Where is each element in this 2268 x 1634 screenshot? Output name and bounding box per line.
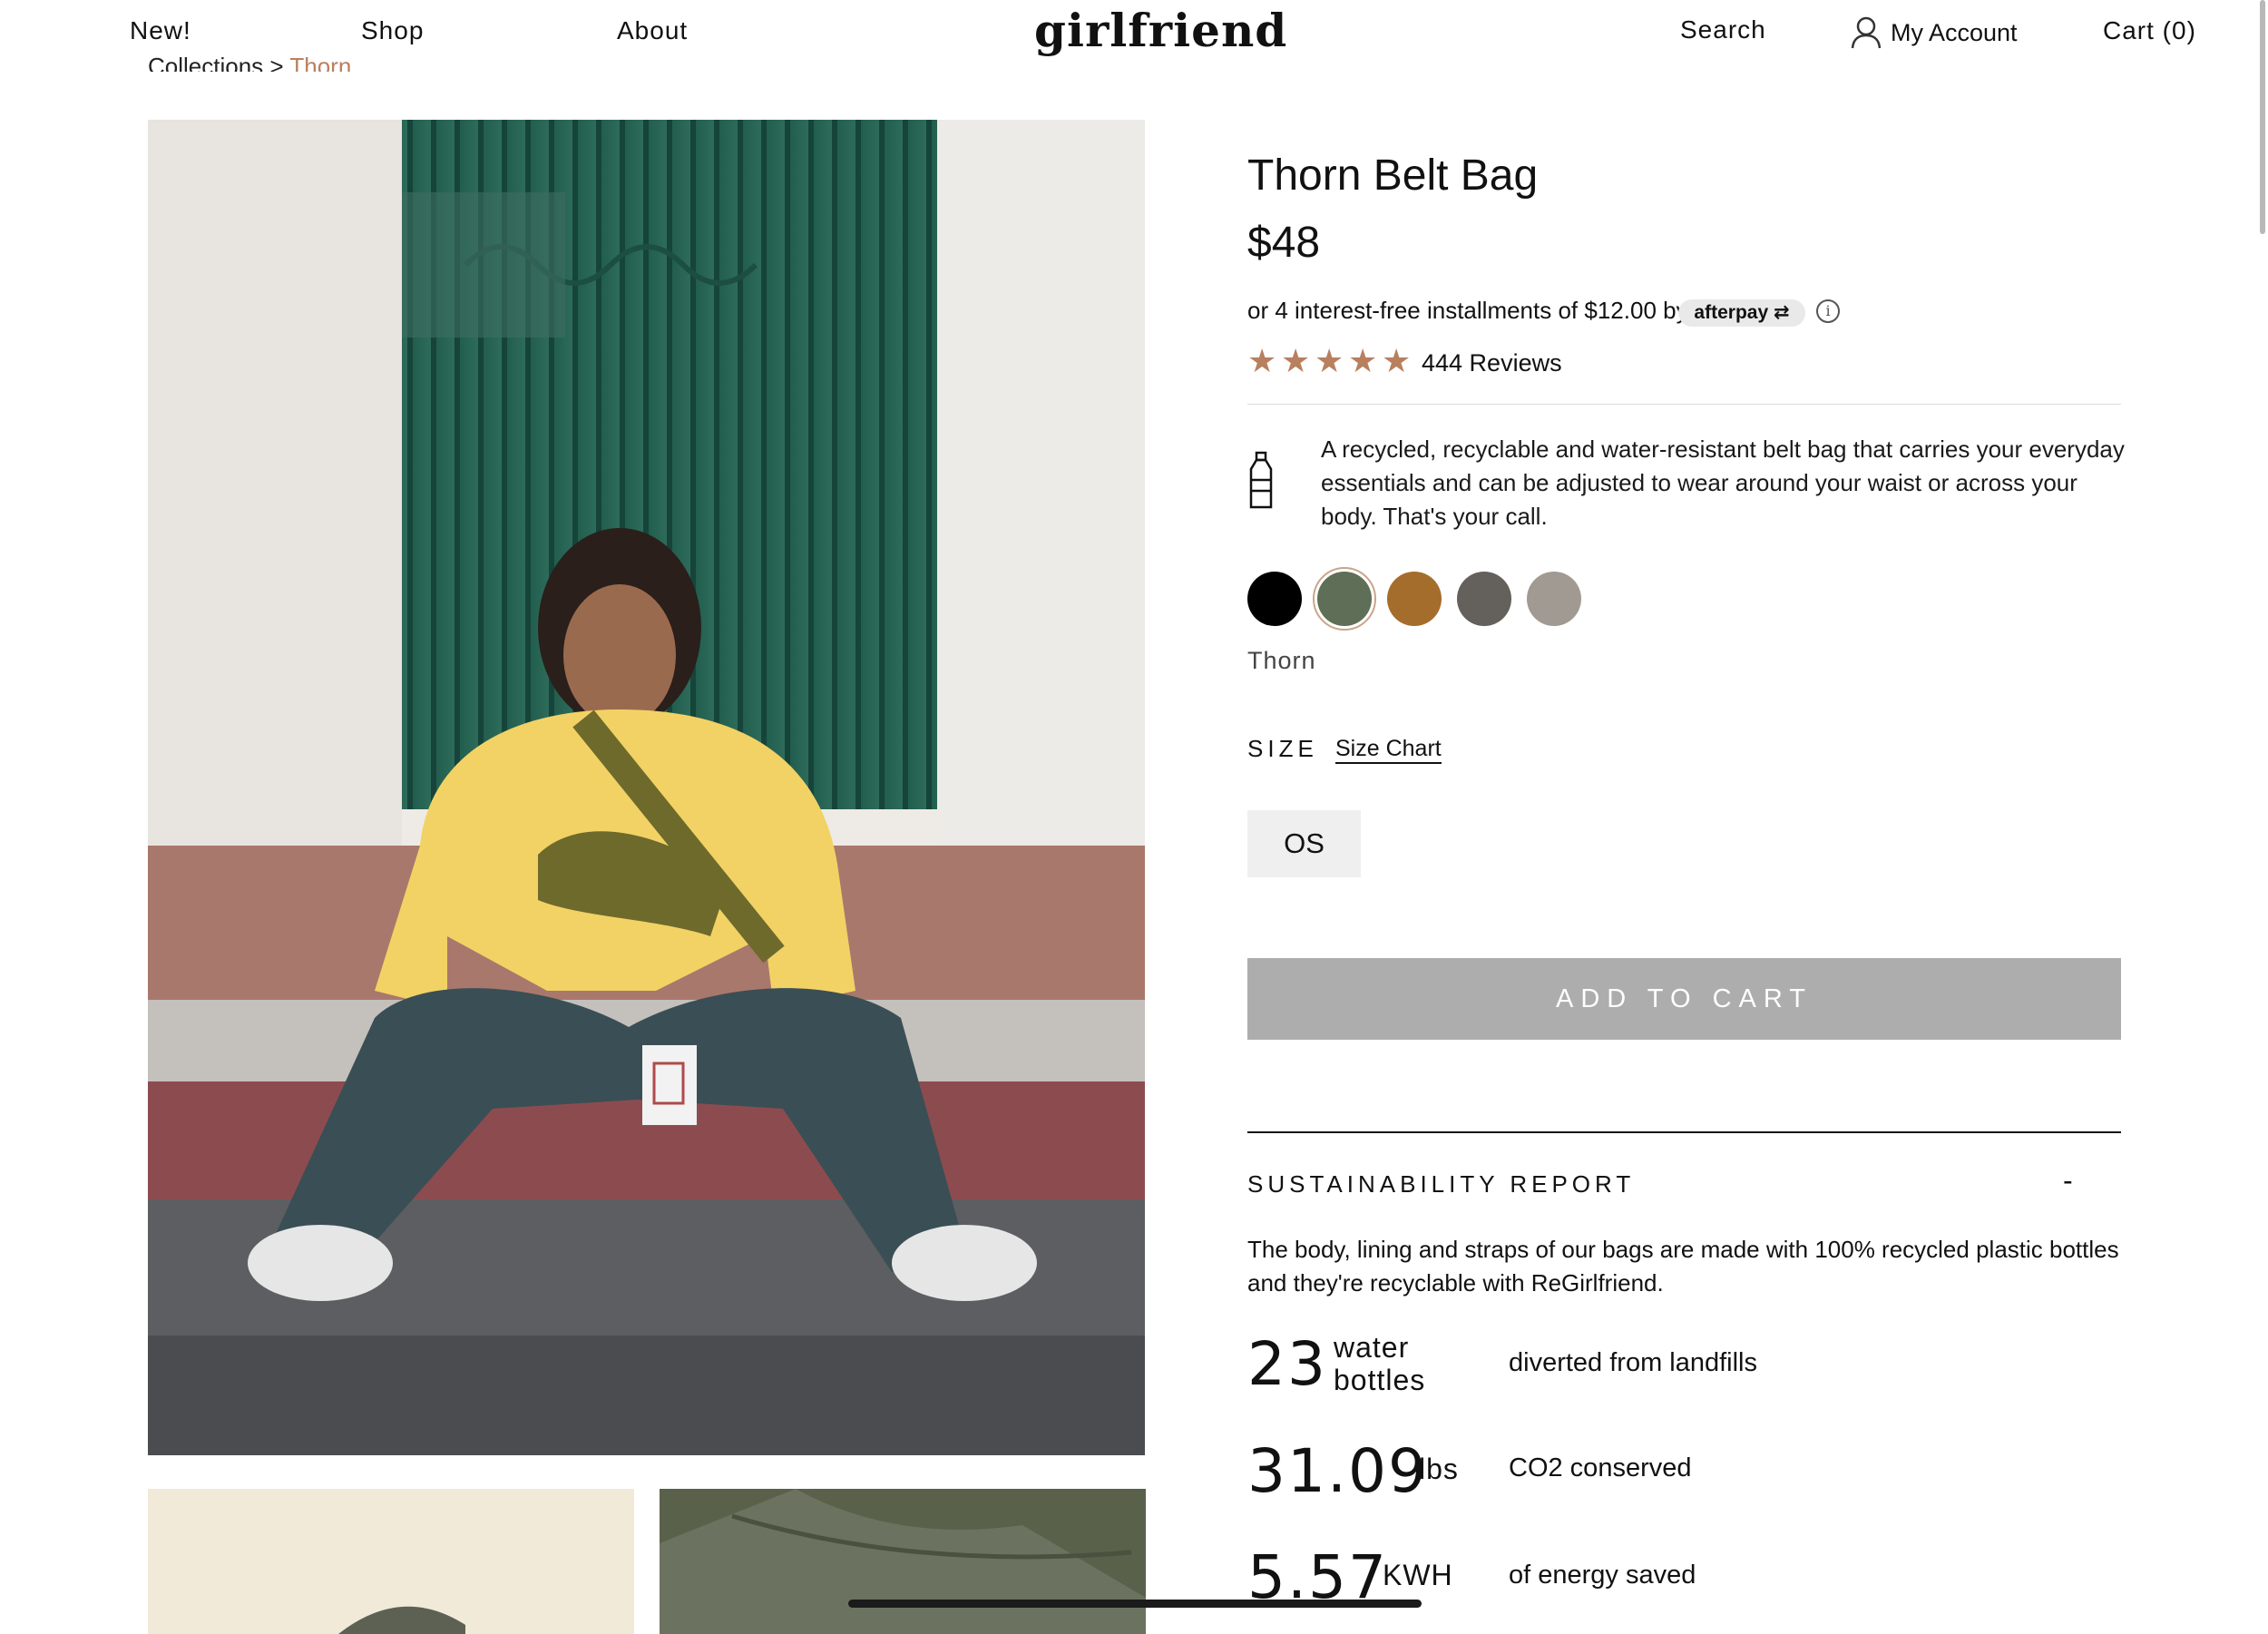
color-swatch-3[interactable] bbox=[1387, 572, 1442, 626]
installments-text: or 4 interest-free installments of $12.0… bbox=[1247, 297, 1688, 324]
nav-new[interactable]: New! bbox=[130, 16, 191, 45]
stat-value-bottles: 23 bbox=[1247, 1329, 1327, 1399]
product-description: A recycled, recyclable and water-resista… bbox=[1321, 435, 2125, 530]
color-swatch-4[interactable] bbox=[1457, 572, 1511, 626]
sustainability-title[interactable]: SUSTAINABILITY REPORT bbox=[1247, 1170, 1635, 1199]
horizontal-scrollbar[interactable] bbox=[848, 1600, 1422, 1608]
nav-about[interactable]: About bbox=[617, 16, 688, 45]
star-icon: ★ bbox=[1247, 342, 1277, 379]
breadcrumb-parent[interactable]: Collections bbox=[148, 53, 263, 72]
afterpay-label: afterpay bbox=[1694, 302, 1769, 323]
stat-unit-co2: lbs bbox=[1419, 1453, 1459, 1485]
size-chart-link[interactable]: Size Chart bbox=[1335, 736, 1442, 764]
info-icon[interactable]: i bbox=[1816, 299, 1840, 323]
thumbnail-2-image bbox=[660, 1489, 1146, 1634]
stat-unit-bottles: water bottles bbox=[1334, 1331, 1426, 1396]
selected-color-name: Thorn bbox=[1247, 647, 1316, 674]
product-main-image[interactable] bbox=[148, 120, 1145, 1455]
color-swatches bbox=[1247, 567, 1581, 631]
section-divider bbox=[1247, 1131, 2121, 1133]
collapse-toggle-icon[interactable]: - bbox=[2063, 1164, 2073, 1198]
color-swatch-5[interactable] bbox=[1527, 572, 1581, 626]
product-thumbnail-2[interactable] bbox=[660, 1489, 1146, 1634]
product-title: Thorn Belt Bag bbox=[1247, 152, 1539, 200]
account-label: My Account bbox=[1891, 18, 2018, 46]
stat-desc-energy: of energy saved bbox=[1509, 1561, 1696, 1590]
stat-value-co2: 31.09 bbox=[1247, 1436, 1428, 1506]
star-icon: ★ bbox=[1315, 342, 1344, 379]
color-swatch-1[interactable] bbox=[1247, 572, 1302, 626]
user-icon bbox=[1851, 16, 1882, 49]
cart-link[interactable]: Cart (0) bbox=[2103, 16, 2196, 45]
product-price: $48 bbox=[1247, 219, 1321, 267]
color-swatch-2[interactable] bbox=[1313, 567, 1376, 631]
stat-desc-bottles: diverted from landfills bbox=[1509, 1348, 1757, 1377]
account-link[interactable]: My Account bbox=[1851, 16, 2018, 49]
brand-logo[interactable]: girlfriend bbox=[1034, 4, 1287, 57]
breadcrumb-current: Thorn bbox=[289, 53, 352, 80]
product-photo bbox=[148, 120, 1145, 1455]
star-icon: ★ bbox=[1382, 342, 1412, 379]
reviews-link[interactable]: 444 Reviews bbox=[1422, 349, 1562, 377]
star-icon: ★ bbox=[1281, 342, 1311, 379]
size-label: SIZE bbox=[1247, 735, 1318, 762]
afterpay-badge[interactable]: afterpay ⇄ bbox=[1678, 299, 1805, 327]
breadcrumb-separator: > bbox=[269, 53, 284, 80]
stat-unit-energy: KWH bbox=[1383, 1559, 1453, 1591]
rating-stars[interactable]: ★ ★ ★ ★ ★ bbox=[1247, 342, 1412, 379]
product-thumbnail-1[interactable] bbox=[148, 1489, 634, 1634]
thumbnail-1-image bbox=[148, 1489, 634, 1634]
vertical-scrollbar[interactable] bbox=[2260, 0, 2265, 234]
breadcrumb: Collections > Thorn bbox=[148, 53, 352, 80]
afterpay-icon: ⇄ bbox=[1773, 302, 1790, 323]
bottle-icon bbox=[1249, 451, 1273, 509]
divider bbox=[1247, 404, 2121, 405]
search-link[interactable]: Search bbox=[1680, 15, 1766, 44]
sustainability-text: The body, lining and straps of our bags … bbox=[1247, 1236, 2119, 1296]
add-to-cart-button[interactable]: ADD TO CART bbox=[1247, 958, 2121, 1040]
star-icon: ★ bbox=[1348, 342, 1378, 379]
size-option-os[interactable]: OS bbox=[1247, 810, 1361, 877]
nav-shop[interactable]: Shop bbox=[361, 16, 424, 45]
stat-desc-co2: CO2 conserved bbox=[1509, 1453, 1692, 1482]
